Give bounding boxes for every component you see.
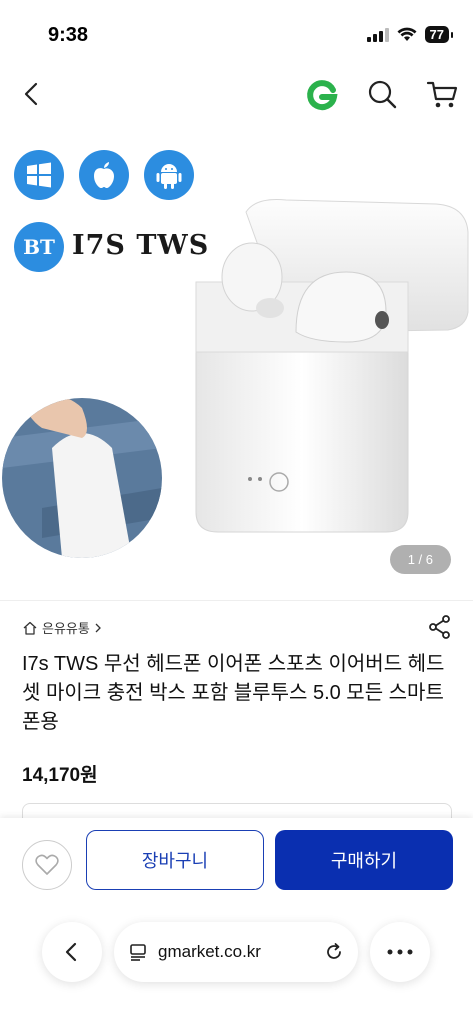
chevron-right-icon: [95, 623, 101, 632]
browser-back-button[interactable]: [42, 922, 102, 982]
back-arrow-icon[interactable]: [16, 78, 48, 110]
seller-link[interactable]: 은유유통: [22, 618, 102, 637]
product-title: I7s TWS 무선 헤드폰 이어폰 스포츠 이어버드 헤드셋 마이크 충전 박…: [22, 653, 445, 733]
price-value: 14,170: [22, 765, 81, 786]
gmarket-logo-icon[interactable]: [303, 76, 341, 114]
bluetooth-badge: BT: [14, 222, 64, 272]
earbuds-case-image: [195, 199, 469, 533]
product-image-carousel[interactable]: BT I7S TWS 1 / 6: [0, 122, 473, 600]
chevron-left-icon: [65, 942, 77, 962]
section-divider: [0, 600, 473, 601]
browser-toolbar: gmarket.co.kr: [0, 918, 473, 984]
address-bar[interactable]: gmarket.co.kr: [114, 922, 358, 982]
windows-icon: [14, 150, 64, 200]
purchase-bar: 장바구니 구매하기 gmarket.co.kr: [0, 818, 473, 1024]
more-dots-icon: [387, 949, 413, 955]
price-unit: 원: [80, 765, 98, 786]
seller-name: 은유유통: [42, 621, 90, 636]
add-to-cart-button[interactable]: 장바구니: [86, 830, 264, 890]
status-icons: 77: [366, 26, 454, 43]
browser-more-button[interactable]: [370, 922, 430, 982]
wishlist-button[interactable]: [22, 840, 72, 890]
apple-icon: [79, 150, 129, 200]
cart-icon[interactable]: [424, 76, 460, 112]
share-icon[interactable]: [427, 614, 453, 640]
signal-icon: [366, 27, 389, 42]
home-icon: [23, 621, 37, 635]
top-nav: [0, 70, 473, 122]
heart-icon: [35, 854, 59, 875]
wifi-icon: [397, 27, 417, 41]
url-text: gmarket.co.kr: [158, 942, 261, 961]
buy-now-button[interactable]: 구매하기: [275, 830, 453, 890]
search-icon[interactable]: [364, 76, 400, 112]
page-menu-icon[interactable]: [128, 942, 148, 962]
status-time: 9:38: [48, 24, 89, 46]
product-price: 14,170원: [22, 760, 98, 787]
reload-icon[interactable]: [324, 942, 344, 962]
carousel-page-indicator: 1 / 6: [389, 545, 451, 574]
pocket-photo-image: [2, 398, 162, 558]
status-bar: 9:38 77: [0, 0, 473, 70]
battery-indicator: 77: [424, 26, 454, 43]
